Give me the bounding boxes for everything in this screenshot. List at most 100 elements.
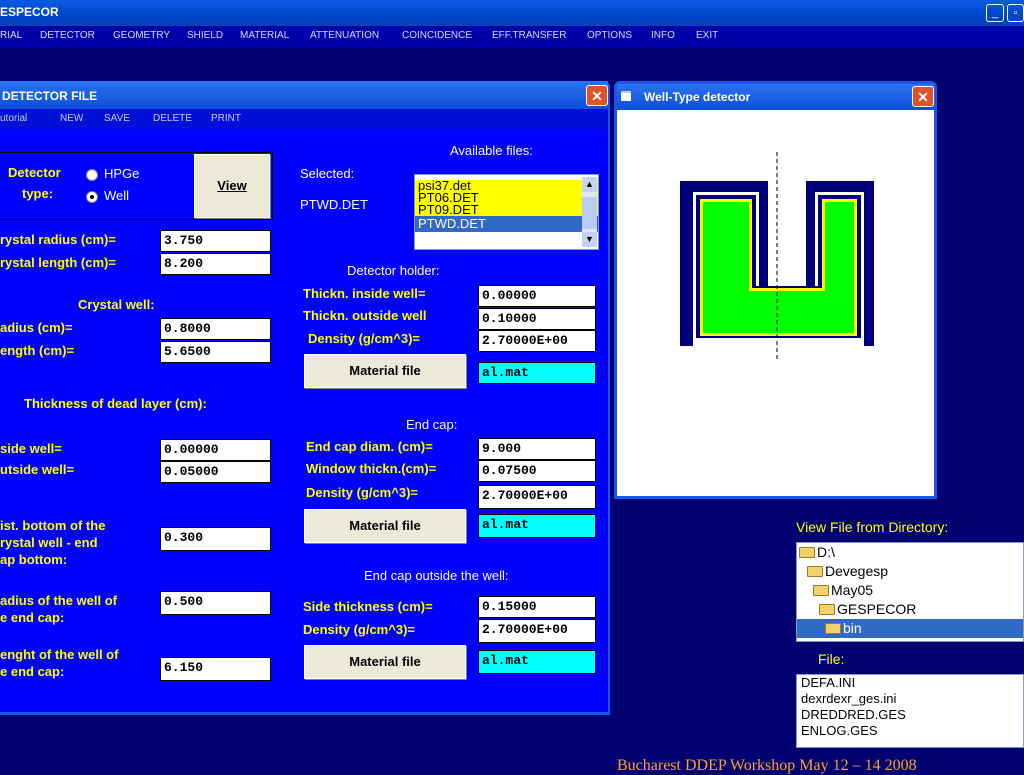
folder-icon [813, 585, 829, 596]
holder-material-button[interactable]: Material file [304, 354, 466, 388]
dist-bottom-field[interactable]: 0.300 [160, 527, 271, 551]
endcap-well-radius-field[interactable]: 0.500 [160, 591, 271, 615]
menu-delete[interactable]: DELETE [153, 113, 192, 124]
well-length-label: ength (cm)= [0, 343, 75, 358]
window-icon [621, 91, 631, 101]
menu-attenuation[interactable]: ATTENUATION [310, 30, 379, 41]
folder-icon [807, 566, 823, 577]
directory-label: View File from Directory: [796, 519, 949, 535]
dir-item[interactable]: GESPECOR [797, 600, 1023, 619]
dir-item[interactable]: May05 [797, 581, 1023, 600]
side-thickness-label: Side thickness (cm)= [303, 599, 433, 614]
menu-geometry[interactable]: GEOMETRY [113, 30, 170, 41]
app-title: ESPECOR [0, 5, 59, 19]
file-list-item[interactable]: DEFA.INI [797, 675, 1023, 691]
outside-density-field[interactable]: 2.70000E+00 [478, 619, 596, 643]
holder-inside-field[interactable]: 0.00000 [478, 285, 596, 307]
menu-detector[interactable]: DETECTOR [40, 30, 95, 41]
scroll-up-icon[interactable]: ▲ [582, 177, 597, 192]
well-radius-label: adius (cm)= [0, 320, 73, 335]
endcap-material-button[interactable]: Material file [304, 509, 466, 543]
holder-outside-label: Thickn. outside well [303, 308, 427, 323]
file-list-item[interactable]: DREDDRED.GES [797, 707, 1023, 723]
radio-well[interactable] [86, 191, 98, 203]
folder-icon [819, 604, 835, 615]
menu-tutorial[interactable]: utorial [0, 113, 27, 124]
crystal-length-label: rystal length (cm)= [0, 255, 116, 270]
well-close-icon[interactable]: ✕ [912, 86, 934, 107]
folder-icon [799, 547, 815, 558]
holder-outside-field[interactable]: 0.10000 [478, 308, 596, 330]
footer-caption: Bucharest DDEP Workshop May 12 – 14 2008 [617, 757, 917, 774]
endcap-diam-field[interactable]: 9.000 [478, 438, 596, 460]
holder-density-field[interactable]: 2.70000E+00 [478, 330, 596, 352]
file-item-selected[interactable]: PTWD.DET [415, 216, 598, 232]
dead-layer-heading: Thickness of dead layer (cm): [24, 396, 207, 411]
menu-eff-transfer[interactable]: EFF.TRANSFER [492, 30, 566, 41]
dir-item[interactable]: D:\ [797, 543, 1023, 562]
dist-bottom-label-2: rystal well - end [0, 535, 98, 550]
crystal-length-field[interactable]: 8.200 [160, 253, 271, 275]
menu-info[interactable]: INFO [651, 30, 675, 41]
holder-heading: Detector holder: [347, 263, 440, 278]
endcap-density-label: Density (g/cm^3)= [306, 485, 418, 500]
available-files-list[interactable]: psi37.det PT06.DET PT09.DET PTWD.DET ▲ ▼ [414, 174, 599, 250]
scroll-thumb[interactable] [582, 197, 597, 229]
menu-print[interactable]: PRINT [211, 113, 241, 124]
endcap-material-field[interactable]: al.mat [478, 514, 596, 538]
list-scrollbar[interactable]: ▲ ▼ [582, 177, 597, 247]
restore-icon[interactable]: ▫ [1007, 4, 1024, 22]
endcap-heading: End cap: [406, 417, 458, 432]
outside-heading: End cap outside the well: [364, 568, 509, 583]
menu-shield[interactable]: SHIELD [187, 30, 223, 41]
file-list-item[interactable]: dexrdexr_ges.ini [797, 691, 1023, 707]
menu-material[interactable]: RIAL [0, 30, 22, 41]
scroll-down-icon[interactable]: ▼ [582, 232, 597, 247]
menu-coincidence[interactable]: COINCIDENCE [402, 30, 472, 41]
well-length-field[interactable]: 5.6500 [160, 341, 271, 363]
endcap-well-radius-label-2: e end cap: [0, 610, 65, 625]
dist-bottom-label-3: ap bottom: [0, 552, 68, 567]
holder-density-label: Density (g/cm^3)= [308, 331, 420, 346]
dir-item-selected[interactable]: bin [797, 619, 1023, 638]
well-radius-field[interactable]: 0.8000 [160, 318, 271, 340]
dir-item[interactable]: Devegesp [797, 562, 1023, 581]
endcap-well-length-field[interactable]: 6.150 [160, 657, 271, 681]
well-detector-diagram [680, 152, 874, 362]
detector-window-title: DETECTOR FILE [2, 89, 98, 103]
option-hpge-label: HPGe [104, 166, 140, 181]
file-label: File: [818, 651, 845, 667]
file-list[interactable]: DEFA.INI dexrdexr_ges.ini DREDDRED.GES E… [796, 674, 1024, 748]
window-thickness-label: Window thickn.(cm)= [306, 461, 437, 476]
menu-exit[interactable]: EXIT [696, 30, 718, 41]
option-well-label: Well [104, 188, 130, 203]
window-thickness-field[interactable]: 0.07500 [478, 460, 596, 482]
menu-options[interactable]: OPTIONS [587, 30, 632, 41]
side-thickness-field[interactable]: 0.15000 [478, 596, 596, 618]
detector-type-label: Detector [8, 165, 61, 180]
holder-material-field[interactable]: al.mat [478, 362, 596, 384]
endcap-density-field[interactable]: 2.70000E+00 [478, 485, 596, 509]
menu-material-2[interactable]: MATERIAL [240, 30, 289, 41]
inside-well-field[interactable]: 0.00000 [160, 439, 271, 461]
available-files-label: Available files: [450, 143, 533, 158]
menu-new[interactable]: NEW [60, 113, 83, 124]
outside-material-field[interactable]: al.mat [478, 650, 596, 674]
file-list-item[interactable]: ENLOG.GES [797, 723, 1023, 739]
menu-save[interactable]: SAVE [104, 113, 130, 124]
endcap-diam-label: End cap diam. (cm)= [306, 439, 433, 454]
minimize-icon[interactable]: _ [986, 4, 1004, 22]
selected-label: Selected: [300, 166, 355, 181]
inside-well-label: side well= [0, 441, 62, 456]
directory-tree[interactable]: D:\ Devegesp May05 GESPECOR bin [796, 542, 1024, 642]
view-button[interactable]: View [194, 154, 270, 218]
outside-well-field[interactable]: 0.05000 [160, 461, 271, 483]
holder-inside-label: Thickn. inside well= [303, 286, 426, 301]
outside-material-button[interactable]: Material file [304, 645, 466, 679]
endcap-well-radius-label: adius of the well of [0, 593, 118, 608]
radio-hpge[interactable] [86, 169, 98, 181]
file-item[interactable]: PT09.DET [415, 203, 598, 216]
dist-bottom-label: ist. bottom of the [0, 518, 106, 533]
crystal-radius-field[interactable]: 3.750 [160, 230, 271, 252]
close-icon[interactable]: ✕ [586, 85, 608, 106]
